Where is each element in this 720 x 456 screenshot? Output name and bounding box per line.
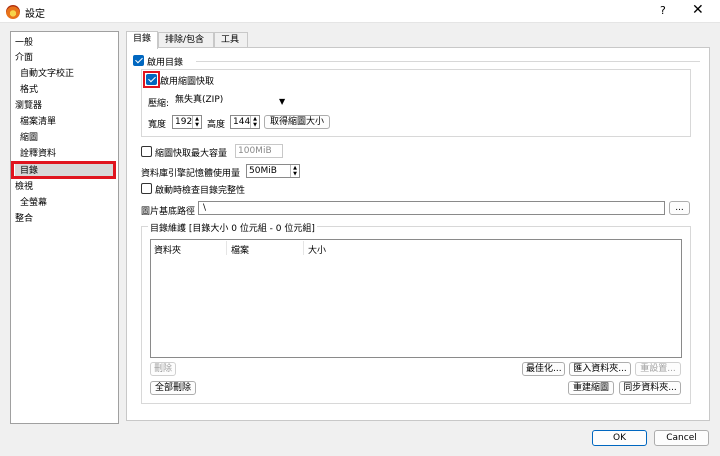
get-thumb-size-button[interactable]: 取得縮圖大小: [264, 115, 330, 129]
width-label: 寬度: [148, 120, 167, 130]
tree-item-general[interactable]: 一般: [15, 36, 33, 50]
group-divider: [196, 61, 700, 62]
column-separator: [226, 241, 227, 255]
db-memory-spinbox[interactable]: 50MiB ▲ ▼: [246, 164, 300, 178]
optimize-button[interactable]: 最佳化...: [522, 362, 565, 376]
help-button[interactable]: ?: [660, 4, 666, 17]
compression-select[interactable]: 無失真(ZIP): [173, 94, 290, 108]
enable-catalog-checkbox[interactable]: [133, 55, 144, 66]
max-cache-label: 縮圖快取最大容量: [155, 149, 228, 159]
height-value: 144: [233, 117, 251, 127]
ok-button[interactable]: OK: [592, 430, 647, 446]
tree-item-catalog[interactable]: 目錄: [15, 164, 114, 178]
tree-item-format[interactable]: 格式: [20, 83, 38, 97]
chevron-down-icon[interactable]: ▼: [279, 97, 285, 106]
settings-tree[interactable]: 一般 介面 自動文字校正 格式 瀏覽器 檔案清單 縮圖 詮釋資料 目錄 檢視 全…: [10, 31, 119, 424]
max-cache-value: 100MiB: [238, 146, 272, 156]
delete-all-button[interactable]: 全部刪除: [150, 381, 196, 395]
tree-item-interface[interactable]: 介面: [15, 51, 33, 65]
spin-arrows-icon[interactable]: ▲ ▼: [250, 116, 259, 128]
enable-catalog-label: 啟用目錄: [147, 58, 184, 68]
catalog-folder-list[interactable]: 資料夾 檔案 大小: [150, 239, 682, 358]
width-value: 192: [175, 117, 193, 127]
window-title: 設定: [25, 9, 45, 20]
tree-item-file-list[interactable]: 檔案清單: [20, 115, 56, 129]
startup-check-label: 啟動時檢查目錄完整性: [155, 186, 246, 196]
rebuild-thumbs-button[interactable]: 重建縮圖: [568, 381, 614, 395]
browse-button[interactable]: ...: [669, 201, 690, 215]
spin-arrows-icon[interactable]: ▲ ▼: [192, 116, 201, 128]
spin-arrows-icon[interactable]: ▲ ▼: [290, 165, 299, 177]
compression-label: 壓縮:: [148, 99, 170, 109]
compression-value: 無失真(ZIP): [175, 95, 224, 105]
db-memory-value: 50MiB: [249, 166, 277, 176]
cancel-button[interactable]: Cancel: [654, 430, 709, 446]
column-header-file[interactable]: 檔案: [231, 243, 249, 256]
sync-folder-button[interactable]: 同步資料夾...: [619, 381, 681, 395]
tab-catalog[interactable]: 目錄: [126, 31, 158, 49]
tree-item-metadata[interactable]: 詮釋資料: [20, 147, 56, 161]
tree-item-browser[interactable]: 瀏覽器: [15, 99, 42, 113]
width-spinbox[interactable]: 192 ▲ ▼: [172, 115, 202, 129]
max-cache-spinbox[interactable]: 100MiB: [235, 144, 283, 158]
tree-item-integration[interactable]: 整合: [15, 212, 33, 226]
flame-icon: [6, 5, 20, 19]
tree-item-autocorrect[interactable]: 自動文字校正: [20, 67, 74, 81]
base-path-label: 圖片基底路徑: [141, 207, 196, 217]
reset-button[interactable]: 重設置...: [635, 362, 681, 376]
base-path-field[interactable]: \: [198, 201, 665, 215]
column-separator: [303, 241, 304, 255]
thumb-cache-highlight-box: [143, 71, 160, 88]
thumb-cache-label: 啟用縮圖快取: [160, 77, 215, 87]
close-button[interactable]: ✕: [692, 2, 704, 18]
maintenance-group-label: 目錄維護 [目錄大小 0 位元組 - 0 位元組]: [148, 221, 317, 234]
startup-check-checkbox[interactable]: [141, 183, 152, 194]
column-header-size[interactable]: 大小: [308, 243, 326, 256]
max-cache-checkbox[interactable]: [141, 146, 152, 157]
db-memory-label: 資料庫引擎記憶體使用量: [141, 169, 241, 179]
tree-item-view[interactable]: 檢視: [15, 180, 33, 194]
column-header-folder[interactable]: 資料夾: [154, 243, 181, 256]
height-label: 高度: [207, 120, 226, 130]
tree-item-thumbnails[interactable]: 縮圖: [20, 131, 38, 145]
tree-item-fullscreen[interactable]: 全螢幕: [20, 196, 47, 210]
height-spinbox[interactable]: 144 ▲ ▼: [230, 115, 260, 129]
delete-button[interactable]: 刪除: [150, 362, 176, 376]
import-folder-button[interactable]: 匯入資料夾...: [569, 362, 631, 376]
title-bar: 設定 ? ✕: [0, 0, 720, 23]
